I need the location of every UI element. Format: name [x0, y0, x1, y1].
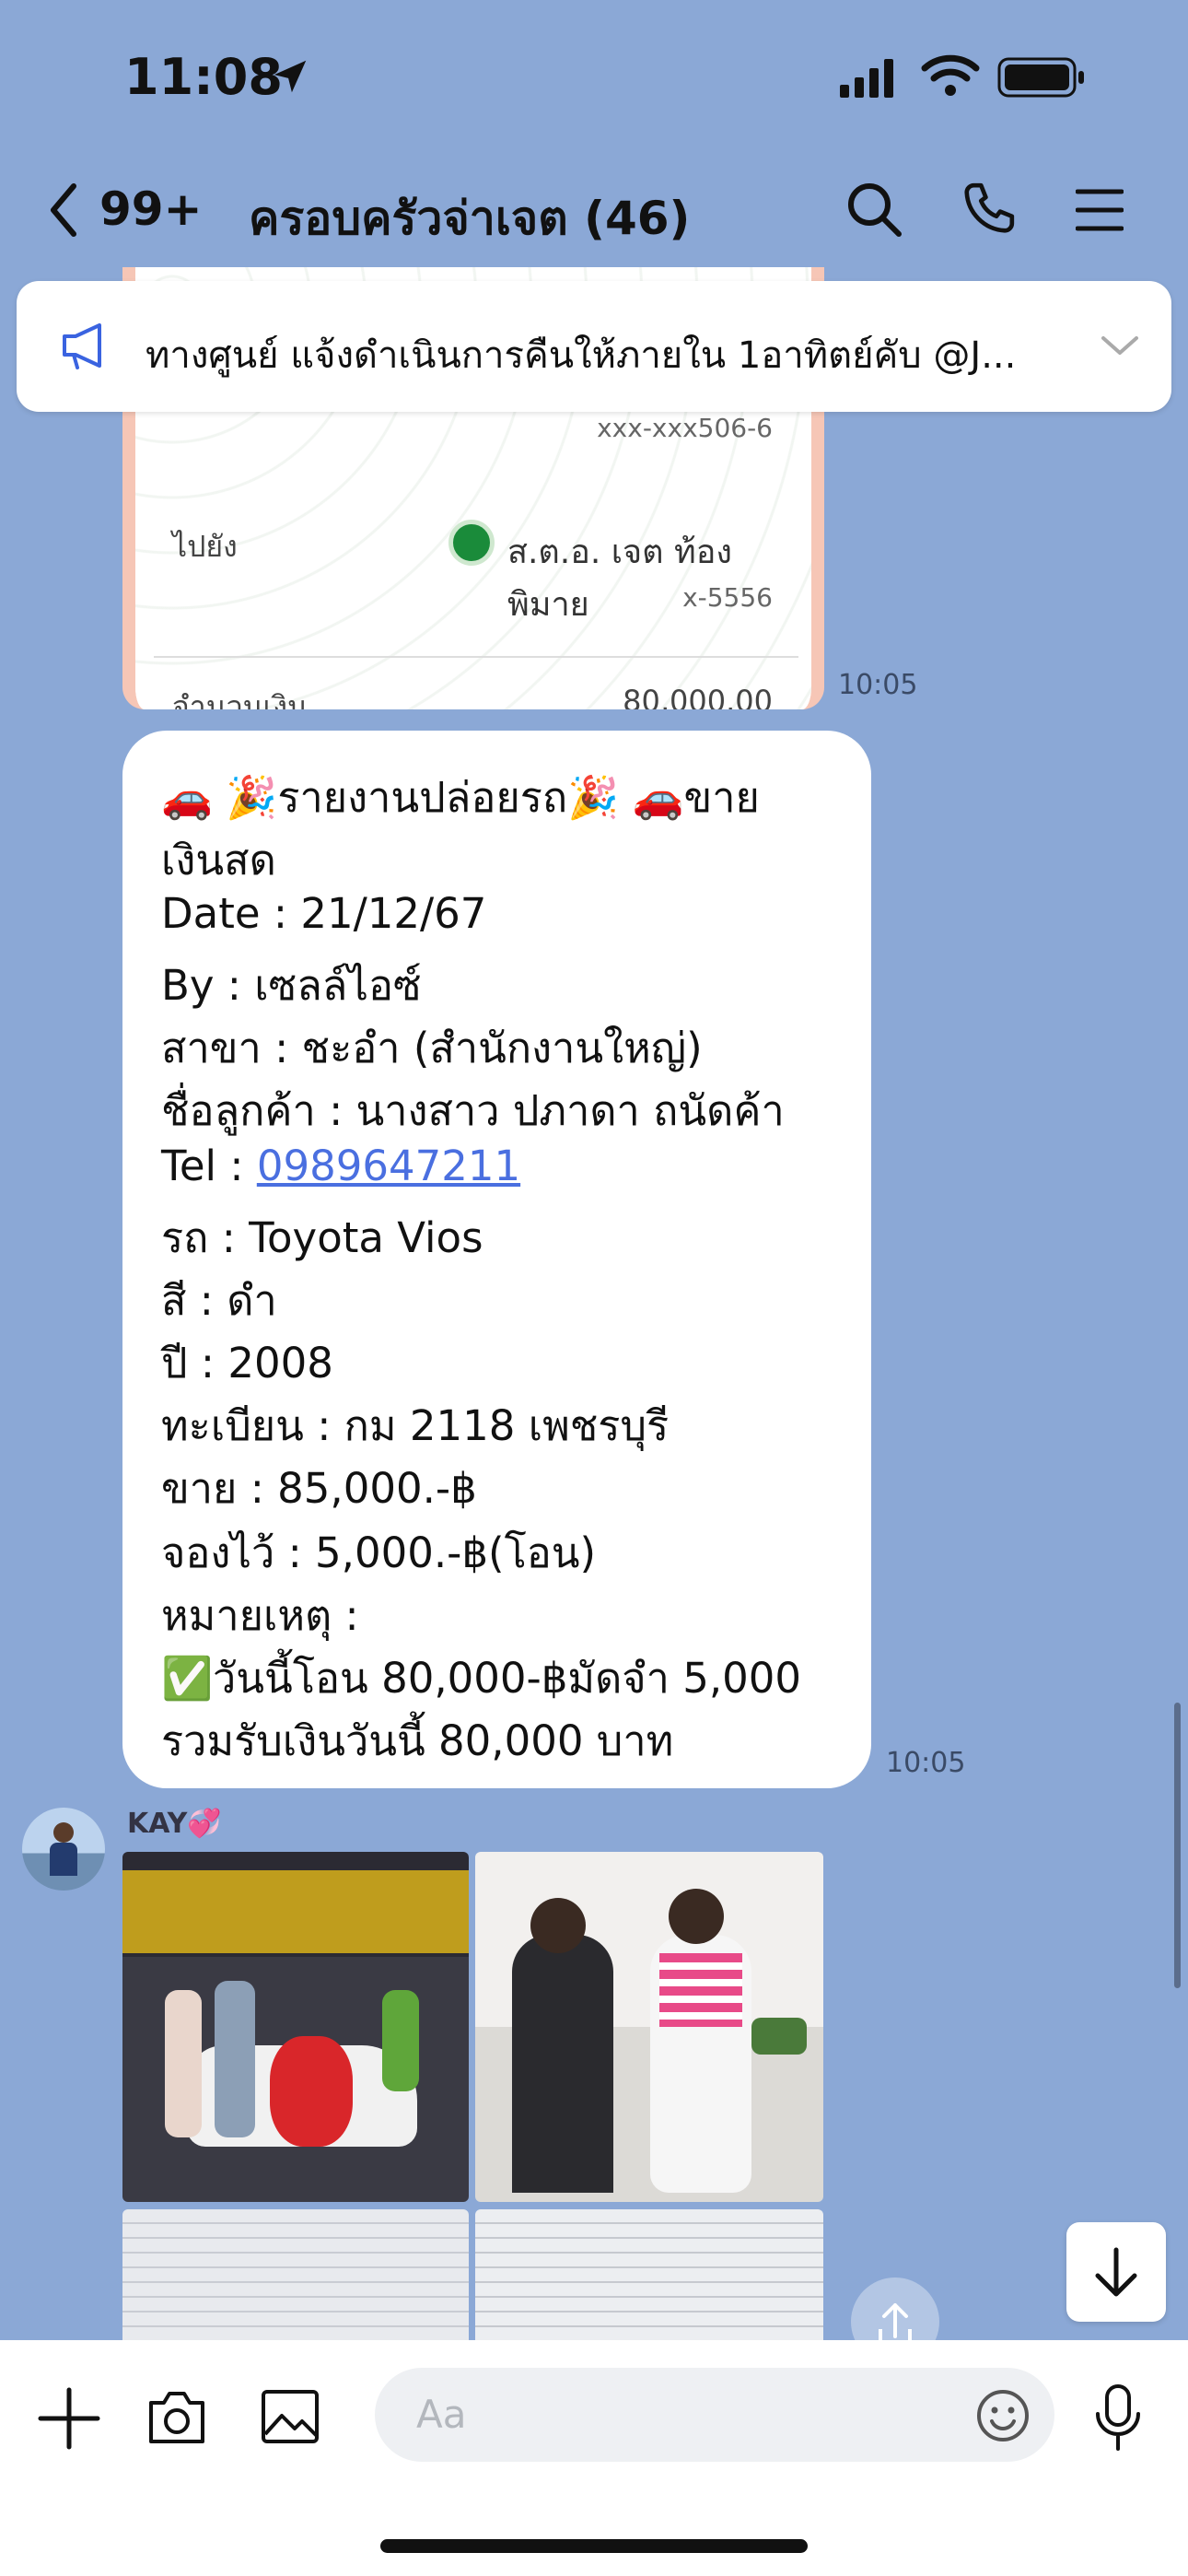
camera-icon[interactable]	[146, 2386, 208, 2447]
photo-document-1[interactable]	[122, 2209, 469, 2348]
location-arrow-icon	[269, 55, 311, 98]
message-input[interactable]: Aa	[375, 2368, 1054, 2462]
slip-divider	[154, 656, 798, 658]
photo-car-delivery[interactable]	[122, 1852, 469, 2202]
back-chevron-icon[interactable]	[48, 182, 79, 238]
home-indicator[interactable]	[380, 2539, 808, 2553]
chevron-down-icon[interactable]	[1100, 333, 1140, 358]
message-line: ชื่อลูกค้า : นางสาว ปภาดา ถนัดค้า	[161, 1086, 785, 1135]
message-line: รวมรับเงินวันนี้ 80,000 บาท	[161, 1716, 674, 1765]
photo-document-2[interactable]	[475, 2209, 823, 2348]
search-icon[interactable]	[845, 181, 904, 240]
message-timestamp: 10:05	[886, 1747, 966, 1779]
message-line: ทะเบียน : กม 2118 เพชรบุรี	[161, 1401, 670, 1450]
megaphone-icon	[61, 322, 112, 369]
message-input-placeholder: Aa	[416, 2392, 467, 2437]
message-line: 🚗 🎉รายงานปล่อยรถ🎉 🚗ขาย	[161, 773, 760, 822]
message-line: ปี : 2008	[161, 1339, 333, 1388]
message-line: สาขา : ชะอำ (สำนักงานใหญ่)	[161, 1024, 703, 1072]
bank-logo-icon	[448, 520, 495, 566]
slip-to-label: ไปยัง	[172, 529, 238, 564]
tel-label: Tel :	[161, 1142, 257, 1190]
message-line: ขาย : 85,000.-฿	[161, 1464, 477, 1513]
message-line: สี : ดำ	[161, 1276, 277, 1325]
unread-count[interactable]: 99+	[99, 182, 202, 236]
phone-link[interactable]: 0989647211	[257, 1142, 520, 1190]
image-gallery-icon[interactable]	[260, 2386, 320, 2447]
announcement-text: ทางศูนย์ แจ้งดำเนินการคืนให้ภายใน 1อาทิต…	[146, 334, 1017, 377]
plus-icon[interactable]	[37, 2386, 101, 2451]
emoji-icon[interactable]	[975, 2388, 1031, 2443]
slip-amount: 80,000.00	[623, 684, 773, 709]
slip-amount-label: จำนวนเงิน	[172, 689, 308, 709]
cellular-signal-icon	[840, 57, 897, 98]
message-line: หมายเหตุ :	[161, 1591, 359, 1640]
chat-title[interactable]: ครอบครัวจ่าเจต (46)	[249, 182, 690, 255]
message-line: By : เซลล์ไอซ์	[161, 961, 422, 1010]
message-line: จองไว้ : 5,000.-฿(โอน)	[161, 1528, 597, 1577]
message-bubble[interactable]: 🚗 🎉รายงานปล่อยรถ🎉 🚗ขาย เงินสด Date : 21/…	[122, 731, 871, 1788]
message-line: เงินสด	[161, 836, 276, 884]
message-line: Date : 21/12/67	[161, 889, 487, 938]
sender-avatar[interactable]	[22, 1808, 105, 1891]
status-time: 11:08	[124, 48, 283, 106]
battery-icon	[997, 57, 1086, 98]
scrollbar[interactable]	[1174, 1703, 1181, 1988]
announcement-bar[interactable]: ทางศูนย์ แจ้งดำเนินการคืนให้ภายใน 1อาทิต…	[17, 281, 1171, 412]
photo-handover[interactable]	[475, 1852, 823, 2202]
wifi-icon	[921, 53, 980, 98]
slip-timestamp: 10:05	[838, 669, 918, 701]
slip-to-account: x-5556	[682, 582, 773, 613]
slip-account-from: xxx-xxx506-6	[597, 413, 773, 443]
message-line-tel: Tel : 0989647211	[161, 1142, 520, 1190]
microphone-icon[interactable]	[1092, 2383, 1144, 2453]
scroll-to-bottom-button[interactable]	[1066, 2222, 1166, 2322]
message-line: รถ : Toyota Vios	[161, 1213, 483, 1262]
phone-icon[interactable]	[960, 181, 1017, 238]
menu-icon[interactable]	[1076, 188, 1124, 232]
message-line: ✅วันนี้โอน 80,000-฿มัดจำ 5,000	[161, 1654, 802, 1703]
arrow-down-icon	[1095, 2247, 1137, 2297]
sender-name: KAY💞	[127, 1808, 222, 1840]
slip-to-name: ส.ต.อ. เจต ท้องพิมาย	[507, 533, 732, 624]
